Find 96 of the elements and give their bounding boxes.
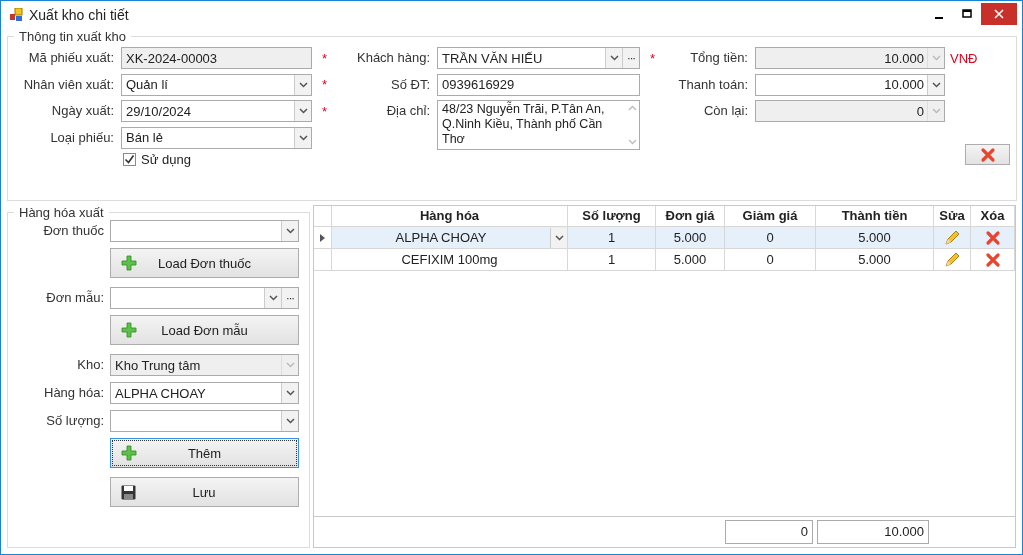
chevron-icon	[609, 55, 619, 61]
table-cell: 0	[725, 227, 816, 248]
table-cell: 5.000	[816, 249, 934, 270]
scroll-down-icon	[627, 139, 637, 145]
combo-box[interactable]	[110, 220, 299, 242]
combo-box[interactable]: 29/10/2024	[121, 100, 312, 122]
row-pointer-icon	[320, 233, 325, 242]
table-cell: 0	[725, 249, 816, 270]
field-label: Đơn mẫu:	[45, 289, 104, 307]
text-field[interactable]: 0939616929	[437, 73, 640, 96]
chevron-icon	[554, 234, 564, 241]
delete-icon	[984, 251, 1001, 268]
checkbox[interactable]: Sử dụng	[121, 150, 312, 168]
combo-box[interactable]: ALPHA CHOAY	[110, 382, 299, 404]
required-mark: *	[322, 77, 328, 92]
chevron-icon	[931, 108, 941, 114]
chevron-icon	[285, 228, 295, 234]
table-cell: 5.000	[656, 227, 725, 248]
column-header[interactable]: Đơn giá	[656, 206, 725, 226]
combo-box[interactable]: Quản lí	[121, 73, 312, 96]
ellipsis-button[interactable]: ···	[281, 288, 298, 308]
chevron-icon	[285, 418, 295, 424]
plus-icon	[121, 445, 137, 461]
group-title: Hàng hóa xuất	[18, 205, 105, 220]
table-cell: 5.000	[816, 227, 934, 248]
chevron-icon	[931, 81, 941, 88]
field-label: Khách hàng:	[356, 49, 430, 67]
column-header[interactable]: Thành tiền	[816, 206, 934, 226]
text-area[interactable]: 48/23 Nguyễn Trãi, P.Tân An, Q.Ninh Kiều, Thành phố Cần Thơ	[437, 100, 640, 150]
chevron-icon	[285, 390, 295, 396]
column-header[interactable]: Sửa	[934, 206, 971, 226]
currency-label: VNĐ	[950, 50, 978, 66]
chevron-icon	[298, 134, 308, 141]
delete-icon	[984, 229, 1001, 246]
checkbox-box[interactable]	[123, 152, 136, 166]
check-icon	[124, 153, 135, 165]
field-label: Thanh toán:	[677, 75, 748, 94]
column-header[interactable]: Xóa	[971, 206, 1015, 226]
combo-box[interactable]: ···	[110, 287, 299, 309]
column-header[interactable]: Số lượng	[568, 206, 656, 226]
plus-icon	[121, 322, 137, 338]
action-button[interactable]: Load Đơn thuốc	[110, 248, 299, 278]
action-button[interactable]: Load Đơn mẫu	[110, 315, 299, 345]
minimize-icon	[935, 16, 943, 19]
total-field: 0	[725, 520, 813, 544]
combo-box[interactable]: Bán lẻ	[121, 126, 312, 149]
required-mark: *	[322, 103, 328, 119]
column-header[interactable]: Giảm giá	[725, 206, 816, 226]
table-cell: 5.000	[656, 249, 725, 270]
action-button[interactable]: Lưu	[110, 477, 299, 507]
group-title: Thông tin xuất kho	[18, 29, 127, 44]
chevron-icon	[298, 81, 308, 88]
window-title: Xuất kho chi tiết	[29, 7, 129, 23]
column-header[interactable]: Hàng hóa	[332, 206, 568, 226]
field-label: Đơn thuốc	[42, 222, 104, 240]
delete-button[interactable]	[965, 144, 1010, 165]
total-field: 10.000	[817, 520, 929, 544]
required-mark: *	[650, 50, 656, 66]
field-label: Tổng tiền:	[689, 49, 748, 67]
field-label: Hàng hóa:	[43, 384, 104, 402]
checkbox-label: Sử dụng	[141, 151, 191, 167]
table-row[interactable]: CEFIXIM 100mg 1 5.000 0 5.000	[314, 249, 1015, 271]
ellipsis-button[interactable]: ···	[622, 48, 639, 68]
chevron-icon	[285, 362, 295, 368]
plus-icon	[121, 255, 137, 271]
chevron-icon	[298, 108, 308, 114]
action-button[interactable]: Thêm	[110, 438, 299, 468]
combo-box[interactable]	[110, 410, 299, 432]
field-label: Mã phiếu xuất:	[27, 49, 114, 67]
pencil-icon[interactable]	[943, 228, 961, 247]
maximize-icon	[962, 9, 972, 19]
close-icon	[994, 9, 1004, 19]
field-label: Số ĐT:	[390, 75, 430, 94]
table-cell: 1	[568, 249, 656, 270]
field-label: Số lượng:	[45, 412, 104, 430]
pencil-icon[interactable]	[943, 250, 961, 269]
required-mark: *	[322, 50, 328, 66]
field-label: Kho:	[76, 356, 104, 374]
table-cell: 1	[568, 227, 656, 248]
combo-box[interactable]: TRẦN VĂN HIẾU ···	[437, 47, 640, 69]
field-label: Ngày xuất:	[50, 102, 114, 120]
field-label: Loại phiếu:	[49, 128, 114, 147]
combo-box[interactable]: 10.000	[755, 73, 945, 96]
field-label: Còn lại:	[702, 102, 748, 120]
delete-row-button[interactable]	[984, 229, 1001, 246]
delete-row-button[interactable]	[984, 251, 1001, 268]
table-cell: CEFIXIM 100mg	[332, 249, 568, 270]
table-cell[interactable]: ALPHA CHOAY	[332, 227, 568, 248]
field-label: Địa chỉ:	[385, 102, 430, 120]
app-icon	[9, 8, 23, 22]
field-label: Nhân viên xuất:	[22, 75, 114, 94]
table-row[interactable]: ALPHA CHOAY 1 5.000 0 5.000	[314, 227, 1015, 249]
chevron-icon	[931, 55, 941, 61]
chevron-icon	[268, 295, 278, 301]
delete-icon	[979, 146, 996, 163]
scroll-up-icon	[627, 105, 637, 111]
